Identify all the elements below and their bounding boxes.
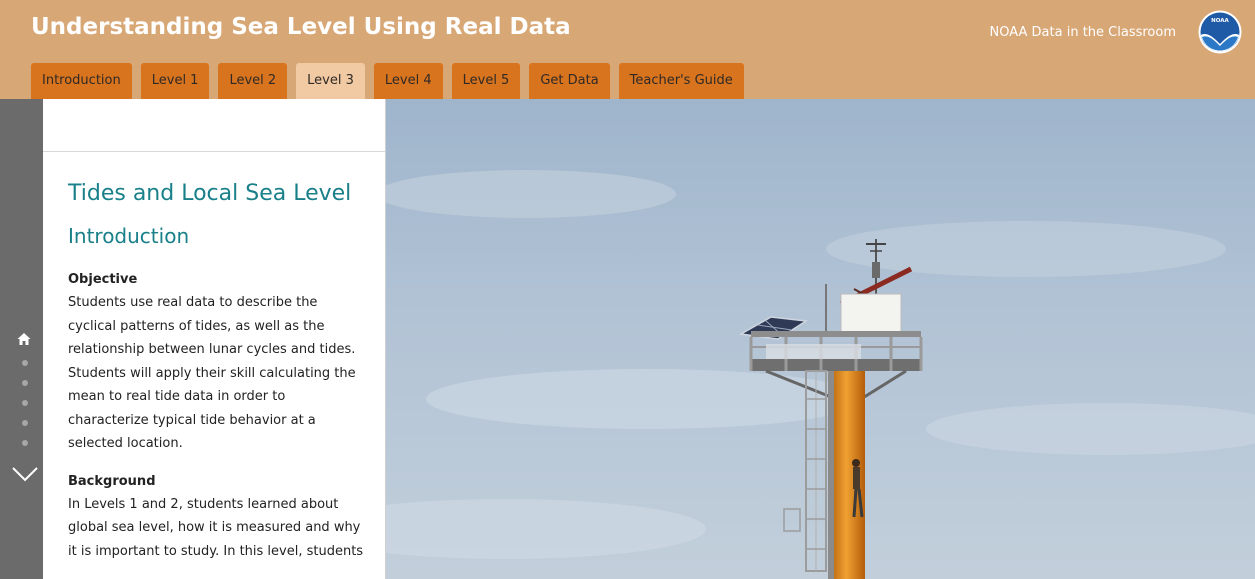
panel-content: Tides and Local Sea Level Introduction O… — [68, 181, 368, 579]
tide-station-photo — [386, 99, 1255, 579]
chevron-down-icon[interactable] — [11, 465, 39, 483]
level-tabs: Introduction Level 1 Level 2 Level 3 Lev… — [31, 63, 744, 99]
section-dot[interactable] — [22, 440, 28, 446]
objective-text: Students use real data to describe the c… — [68, 295, 356, 451]
section-nav-rail — [0, 99, 43, 579]
section-dot[interactable] — [22, 420, 28, 426]
tab-introduction[interactable]: Introduction — [31, 63, 132, 99]
header-bar: Understanding Sea Level Using Real Data … — [0, 0, 1255, 99]
tab-get-data[interactable]: Get Data — [529, 63, 610, 99]
home-icon[interactable] — [17, 332, 31, 346]
section-dot[interactable] — [22, 360, 28, 366]
page: Understanding Sea Level Using Real Data … — [0, 0, 1255, 579]
section-title: Introduction — [68, 224, 190, 248]
tide-station-illustration — [386, 170, 1255, 579]
tab-level-5[interactable]: Level 5 — [451, 63, 521, 99]
tab-level-1[interactable]: Level 1 — [140, 63, 210, 99]
panel-divider — [43, 151, 385, 152]
tab-level-4[interactable]: Level 4 — [373, 63, 443, 99]
tab-level-2[interactable]: Level 2 — [218, 63, 288, 99]
page-title: Tides and Local Sea Level — [68, 181, 352, 206]
noaa-classroom-link[interactable]: NOAA Data in the Classroom — [990, 25, 1176, 40]
site-title[interactable]: Understanding Sea Level Using Real Data — [31, 14, 571, 40]
section-dot[interactable] — [22, 380, 28, 386]
content-panel: Tides and Local Sea Level Introduction O… — [43, 99, 386, 579]
noaa-logo-icon[interactable]: NOAA — [1198, 10, 1242, 54]
background-text: In Levels 1 and 2, students learned abou… — [68, 496, 364, 559]
background-heading: Background — [68, 473, 156, 489]
logo-text: NOAA — [1211, 18, 1229, 24]
section-dot[interactable] — [22, 400, 28, 406]
objective-heading: Objective — [68, 272, 138, 287]
tab-level-3[interactable]: Level 3 — [296, 63, 365, 99]
tab-teachers-guide[interactable]: Teacher's Guide — [618, 63, 744, 99]
